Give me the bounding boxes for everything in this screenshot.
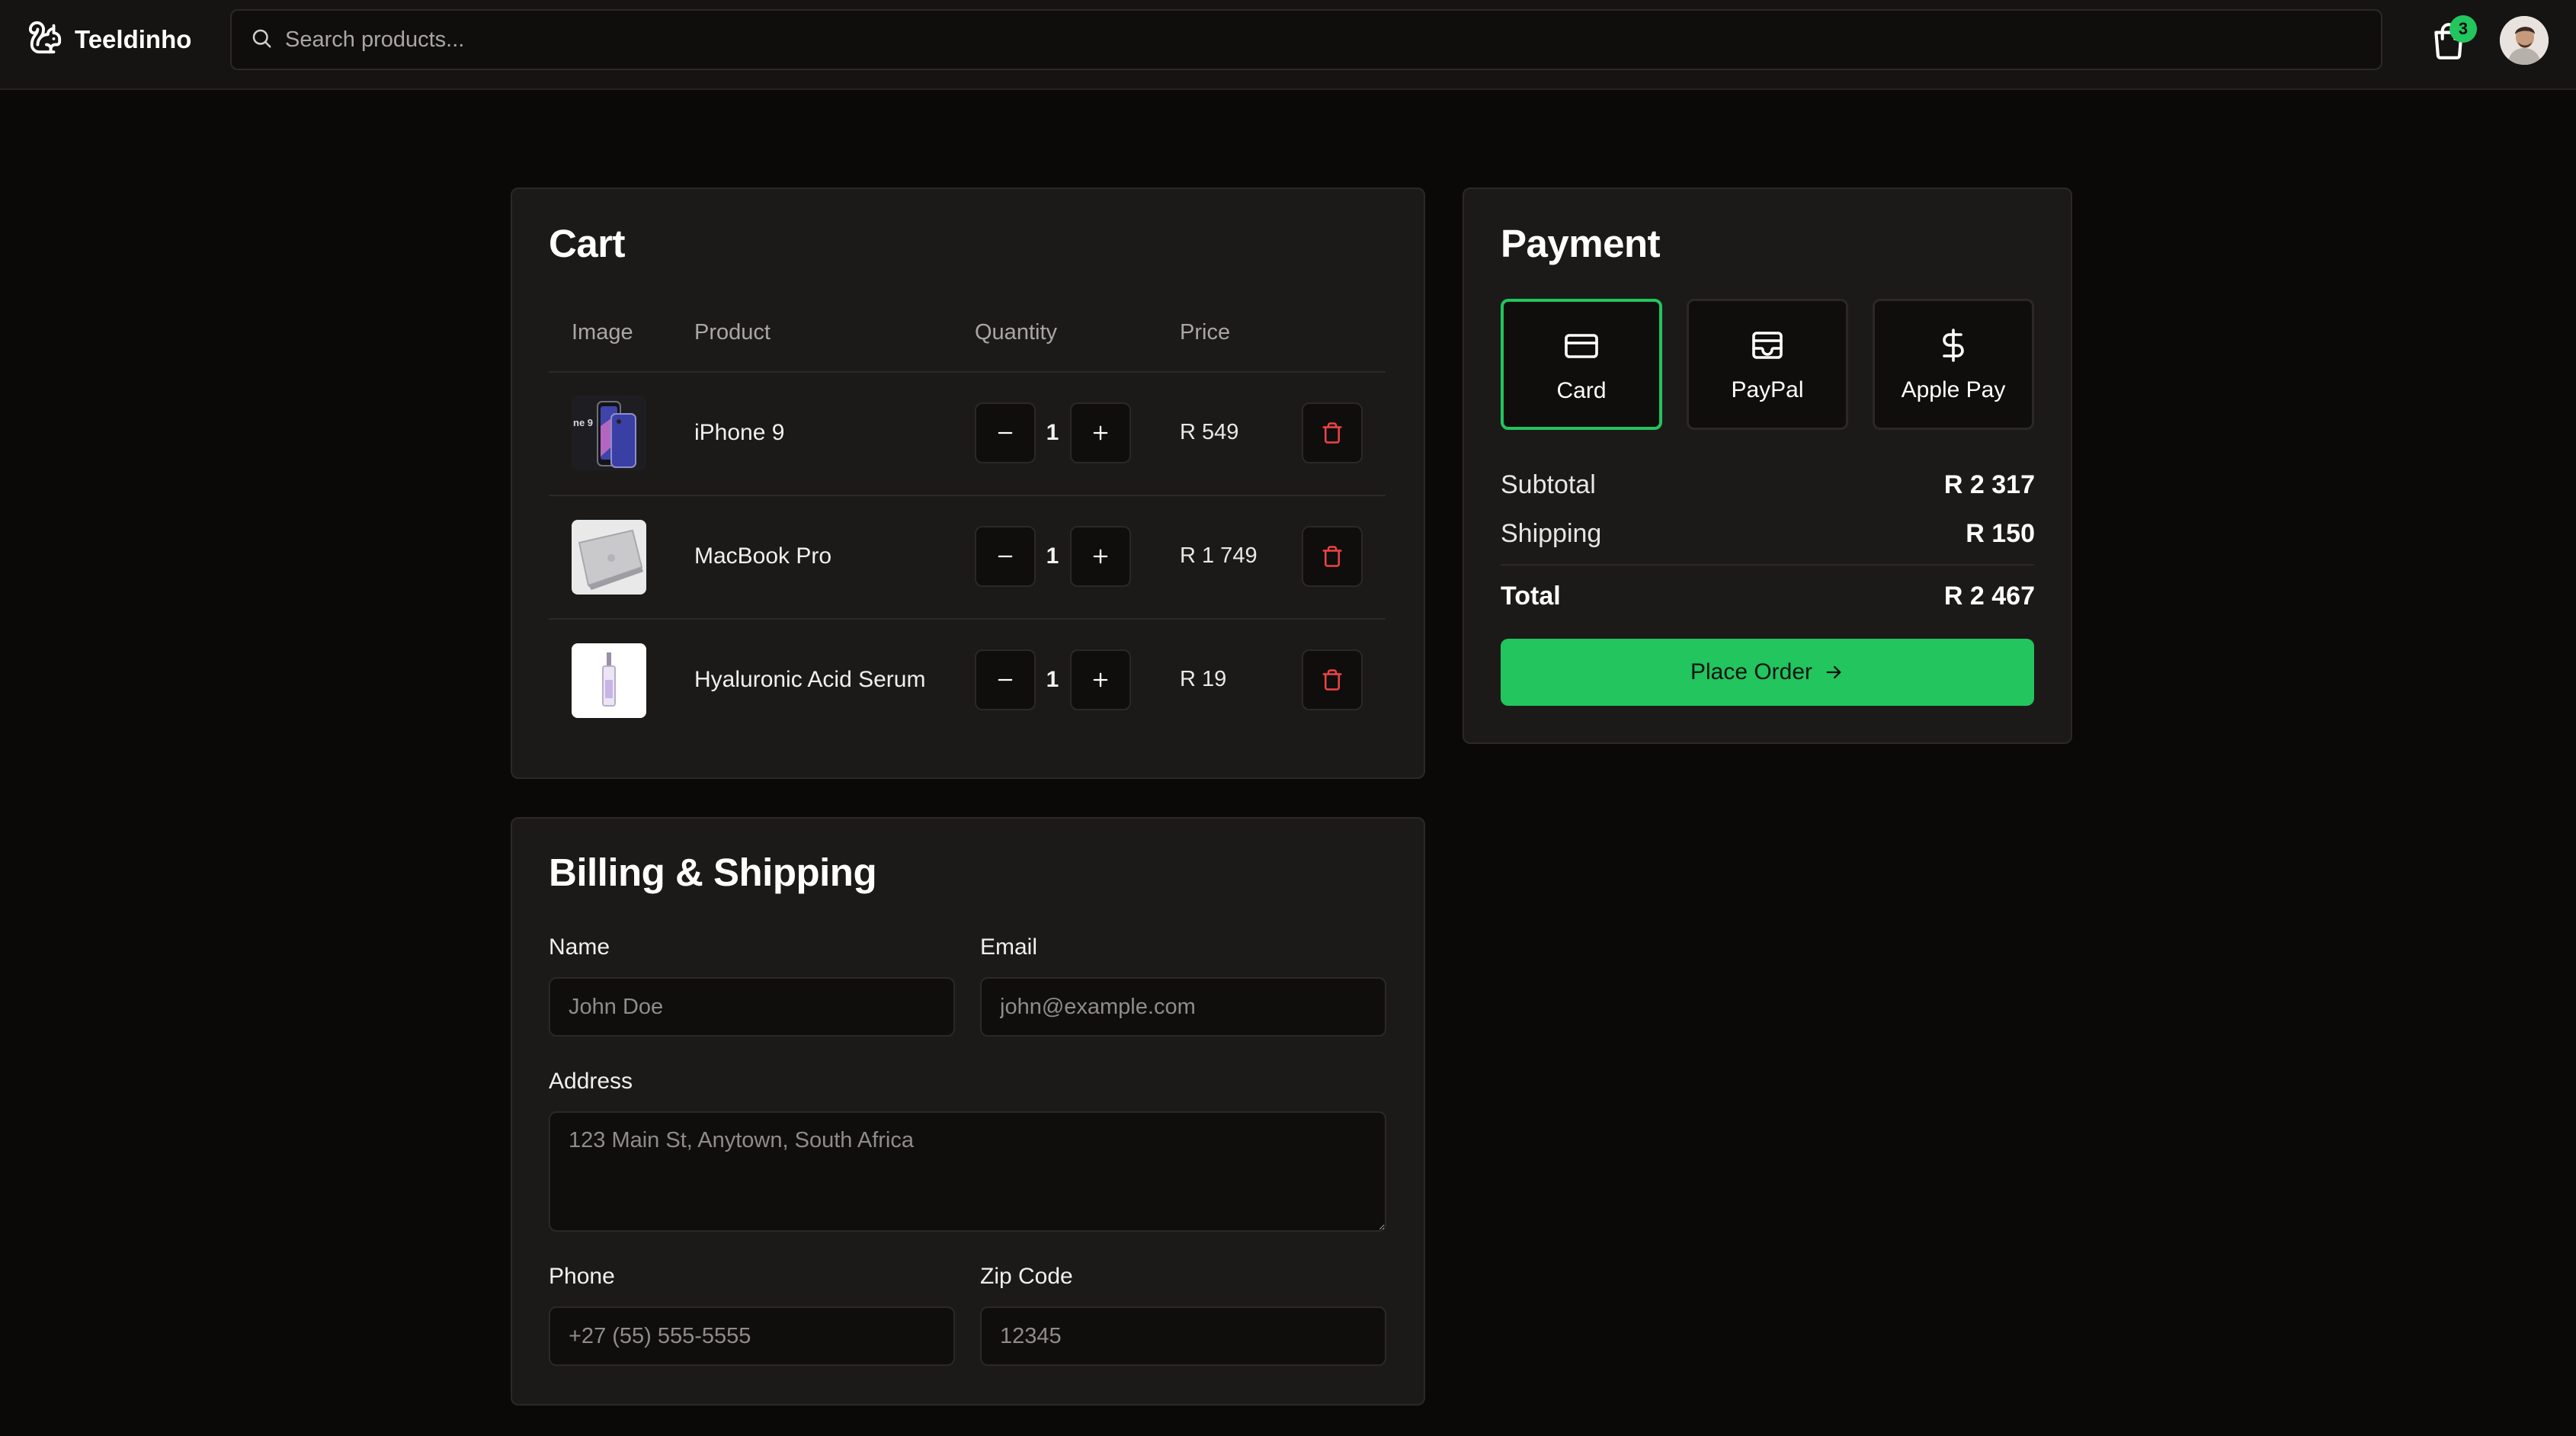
email-field[interactable] (980, 977, 1386, 1037)
product-price: R 19 (1180, 667, 1227, 691)
quantity-value: 1 (1046, 667, 1059, 692)
search-bar[interactable] (230, 9, 2382, 70)
payment-title: Payment (1501, 222, 1661, 265)
row-divider (549, 618, 1386, 620)
shipping-label: Shipping (1501, 519, 1602, 548)
svg-text:ne 9: ne 9 (573, 417, 593, 428)
product-name: MacBook Pro (694, 543, 832, 569)
product-image-iphone: ne 9 (572, 396, 646, 470)
total-label: Total (1501, 582, 1561, 611)
payment-option-label: PayPal (1731, 377, 1804, 402)
product-name: iPhone 9 (694, 420, 785, 445)
search-icon (250, 27, 273, 53)
row-divider (549, 495, 1386, 496)
decrease-quantity-button[interactable] (975, 526, 1036, 587)
column-header-quantity: Quantity (975, 320, 1057, 345)
billing-title: Billing & Shipping (549, 851, 877, 894)
increase-quantity-button[interactable] (1070, 526, 1131, 587)
remove-item-button[interactable] (1302, 402, 1363, 463)
quantity-value: 1 (1046, 420, 1059, 445)
subtotal-label: Subtotal (1501, 470, 1596, 499)
column-header-product: Product (694, 320, 771, 345)
zip-code-label: Zip Code (980, 1264, 1073, 1289)
zip-code-field[interactable] (980, 1306, 1386, 1366)
summary-divider (1501, 564, 2034, 566)
row-divider (549, 371, 1386, 373)
arrow-right-icon (1826, 665, 1841, 679)
shipping-value: R 150 (1966, 519, 2035, 548)
quantity-value: 1 (1046, 543, 1059, 569)
product-image-serum (572, 643, 646, 718)
credit-card-icon (1565, 334, 1598, 358)
cart-count-badge: 3 (2449, 15, 2477, 43)
decrease-quantity-button[interactable] (975, 649, 1036, 710)
subtotal-value: R 2 317 (1943, 470, 2035, 499)
place-order-button[interactable]: Place Order (1501, 639, 2034, 706)
email-label: Email (980, 934, 1038, 960)
user-avatar-image (2500, 16, 2549, 65)
increase-quantity-button[interactable] (1070, 402, 1131, 463)
app-name: Teeldinho (75, 24, 192, 53)
avatar[interactable] (2500, 16, 2549, 65)
remove-item-button[interactable] (1302, 649, 1363, 710)
column-header-image: Image (572, 320, 633, 345)
plus-icon (1093, 672, 1108, 688)
search-input[interactable] (285, 27, 2343, 53)
trash-icon (1322, 422, 1342, 444)
plus-icon (1093, 549, 1108, 564)
logo[interactable]: Teeldinho (27, 20, 191, 59)
product-price: R 1 749 (1180, 543, 1258, 568)
minus-icon (998, 678, 1013, 681)
trash-icon (1322, 669, 1342, 691)
cart-panel (511, 188, 1425, 779)
minus-icon (998, 431, 1013, 434)
payment-option-label: Card (1556, 378, 1607, 403)
address-label: Address (549, 1069, 633, 1094)
column-header-price: Price (1180, 320, 1231, 345)
product-image-macbook (572, 520, 646, 595)
wallet-icon (1752, 332, 1783, 359)
product-price: R 549 (1180, 420, 1239, 444)
squirrel-logo-icon (27, 20, 62, 59)
payment-option-label: Apple Pay (1901, 377, 2006, 402)
dollar-icon (1943, 329, 1964, 362)
payment-option-card[interactable]: Card (1501, 299, 1662, 430)
address-field[interactable] (549, 1111, 1386, 1232)
phone-field[interactable] (549, 1306, 955, 1366)
plus-icon (1093, 425, 1108, 441)
increase-quantity-button[interactable] (1070, 649, 1131, 710)
product-name: Hyaluronic Acid Serum (694, 667, 926, 692)
name-field[interactable] (549, 977, 955, 1037)
payment-option-paypal[interactable]: PayPal (1687, 299, 1848, 430)
remove-item-button[interactable] (1302, 526, 1363, 587)
phone-label: Phone (549, 1264, 615, 1289)
decrease-quantity-button[interactable] (975, 402, 1036, 463)
payment-option-apple-pay[interactable]: Apple Pay (1873, 299, 2034, 430)
cart-title: Cart (549, 222, 626, 265)
total-value: R 2 467 (1943, 582, 2035, 611)
minus-icon (998, 555, 1013, 558)
place-order-label: Place Order (1690, 659, 1813, 684)
name-label: Name (549, 934, 610, 960)
trash-icon (1322, 546, 1342, 567)
top-bar: Teeldinho 3 (0, 0, 2576, 90)
